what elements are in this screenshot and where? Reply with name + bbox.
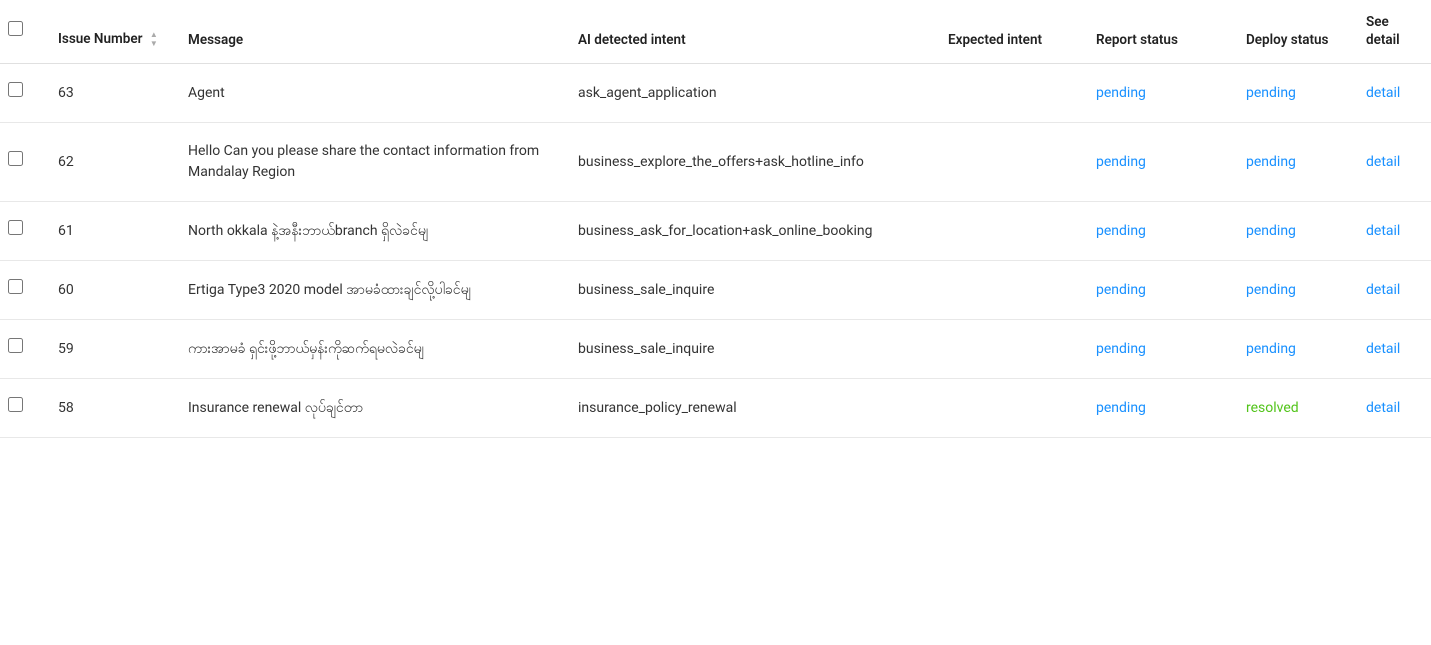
table-row: 63Agentask_agent_application pending pendi… (0, 64, 1431, 123)
deploy-status-cell[interactable]: resolved (1234, 379, 1354, 438)
row-checkbox[interactable] (8, 220, 23, 235)
report-status-link[interactable]: pending (1096, 154, 1146, 170)
see-detail-cell[interactable]: detail (1354, 379, 1431, 438)
row-checkbox-cell (0, 379, 46, 438)
ai-intent-cell: ask_agent_application (566, 64, 936, 123)
deploy-status-link[interactable]: pending (1246, 223, 1296, 239)
see-detail-cell[interactable]: detail (1354, 64, 1431, 123)
expected-intent-cell (936, 123, 1084, 202)
message-cell: Hello Can you please share the contact i… (176, 123, 566, 202)
table-header-row: Issue Number ▲ ▼ Message AI detected int… (0, 0, 1431, 64)
report-status-link[interactable]: pending (1096, 282, 1146, 298)
issue-number-cell: 61 (46, 202, 176, 261)
detail-link[interactable]: detail (1366, 282, 1400, 298)
sort-down-icon: ▼ (150, 40, 158, 48)
deploy-status-link[interactable]: pending (1246, 341, 1296, 357)
detail-link[interactable]: detail (1366, 341, 1400, 357)
header-deploy-status: Deploy status (1234, 0, 1354, 64)
deploy-status-cell[interactable]: pending (1234, 64, 1354, 123)
row-checkbox-cell (0, 320, 46, 379)
row-checkbox[interactable] (8, 279, 23, 294)
message-cell: North okkala နဲ့အနီးဘာယ်branch ရှိလဲခင်မ… (176, 202, 566, 261)
main-table-container: Issue Number ▲ ▼ Message AI detected int… (0, 0, 1431, 645)
select-all-checkbox[interactable] (8, 21, 23, 36)
see-detail-cell[interactable]: detail (1354, 123, 1431, 202)
expected-intent-cell (936, 64, 1084, 123)
deploy-status-cell[interactable]: pending (1234, 261, 1354, 320)
header-see-detail: See detail (1354, 0, 1431, 64)
issues-table: Issue Number ▲ ▼ Message AI detected int… (0, 0, 1431, 438)
ai-intent-cell: business_sale_inquire (566, 320, 936, 379)
header-ai-detected-intent: AI detected intent (566, 0, 936, 64)
deploy-status-link[interactable]: pending (1246, 85, 1296, 101)
ai-intent-cell: business_ask_for_location+ask_online_boo… (566, 202, 936, 261)
header-report-status: Report status (1084, 0, 1234, 64)
issue-number-cell: 59 (46, 320, 176, 379)
detail-link[interactable]: detail (1366, 223, 1400, 239)
deploy-status-link[interactable]: pending (1246, 282, 1296, 298)
report-status-cell[interactable]: pending (1084, 202, 1234, 261)
table-row: 62Hello Can you please share the contact… (0, 123, 1431, 202)
issue-number-cell: 63 (46, 64, 176, 123)
table-row: 58Insurance renewal လုပ်ချင်တာinsurance_… (0, 379, 1431, 438)
issue-number-cell: 58 (46, 379, 176, 438)
expected-intent-cell (936, 320, 1084, 379)
see-detail-cell[interactable]: detail (1354, 261, 1431, 320)
message-cell: Agent (176, 64, 566, 123)
deploy-status-link[interactable]: pending (1246, 154, 1296, 170)
report-status-link[interactable]: pending (1096, 341, 1146, 357)
row-checkbox[interactable] (8, 151, 23, 166)
deploy-status-cell[interactable]: pending (1234, 123, 1354, 202)
detail-link[interactable]: detail (1366, 85, 1400, 101)
table-row: 60Ertiga Type3 2020 model အာမခံထားချင်လိ… (0, 261, 1431, 320)
see-detail-cell[interactable]: detail (1354, 320, 1431, 379)
row-checkbox-cell (0, 261, 46, 320)
row-checkbox[interactable] (8, 82, 23, 97)
message-cell: Ertiga Type3 2020 model အာမခံထားချင်လို့… (176, 261, 566, 320)
row-checkbox-cell (0, 123, 46, 202)
sort-icons[interactable]: ▲ ▼ (150, 31, 158, 48)
deploy-status-cell[interactable]: pending (1234, 202, 1354, 261)
row-checkbox[interactable] (8, 338, 23, 353)
report-status-cell[interactable]: pending (1084, 379, 1234, 438)
report-status-cell[interactable]: pending (1084, 64, 1234, 123)
header-message: Message (176, 0, 566, 64)
ai-intent-cell: business_sale_inquire (566, 261, 936, 320)
expected-intent-cell (936, 202, 1084, 261)
detail-link[interactable]: detail (1366, 154, 1400, 170)
report-status-cell[interactable]: pending (1084, 123, 1234, 202)
issue-number-cell: 60 (46, 261, 176, 320)
issue-number-cell: 62 (46, 123, 176, 202)
report-status-link[interactable]: pending (1096, 400, 1146, 416)
expected-intent-cell (936, 261, 1084, 320)
ai-intent-cell: business_explore_the_offers+ask_hotline_… (566, 123, 936, 202)
expected-intent-cell (936, 379, 1084, 438)
header-issue-number: Issue Number ▲ ▼ (46, 0, 176, 64)
row-checkbox[interactable] (8, 397, 23, 412)
report-status-link[interactable]: pending (1096, 223, 1146, 239)
message-cell: ကားအာမခံ ရှင်းဖို့ဘာယ်မှန်းကိုဆက်ရမလဲခင်… (176, 320, 566, 379)
sort-up-icon: ▲ (150, 31, 158, 39)
ai-intent-cell: insurance_policy_renewal (566, 379, 936, 438)
report-status-cell[interactable]: pending (1084, 261, 1234, 320)
see-detail-cell[interactable]: detail (1354, 202, 1431, 261)
header-checkbox-col (0, 0, 46, 64)
deploy-status-link[interactable]: resolved (1246, 400, 1299, 416)
header-expected-intent: Expected intent (936, 0, 1084, 64)
row-checkbox-cell (0, 202, 46, 261)
message-cell: Insurance renewal လုပ်ချင်တာ (176, 379, 566, 438)
report-status-cell[interactable]: pending (1084, 320, 1234, 379)
table-row: 59ကားအာမခံ ရှင်းဖို့ဘာယ်မှန်းကိုဆက်ရမလဲခ… (0, 320, 1431, 379)
detail-link[interactable]: detail (1366, 400, 1400, 416)
table-row: 61North okkala နဲ့အနီးဘာယ်branch ရှိလဲခင… (0, 202, 1431, 261)
deploy-status-cell[interactable]: pending (1234, 320, 1354, 379)
row-checkbox-cell (0, 64, 46, 123)
report-status-link[interactable]: pending (1096, 85, 1146, 101)
